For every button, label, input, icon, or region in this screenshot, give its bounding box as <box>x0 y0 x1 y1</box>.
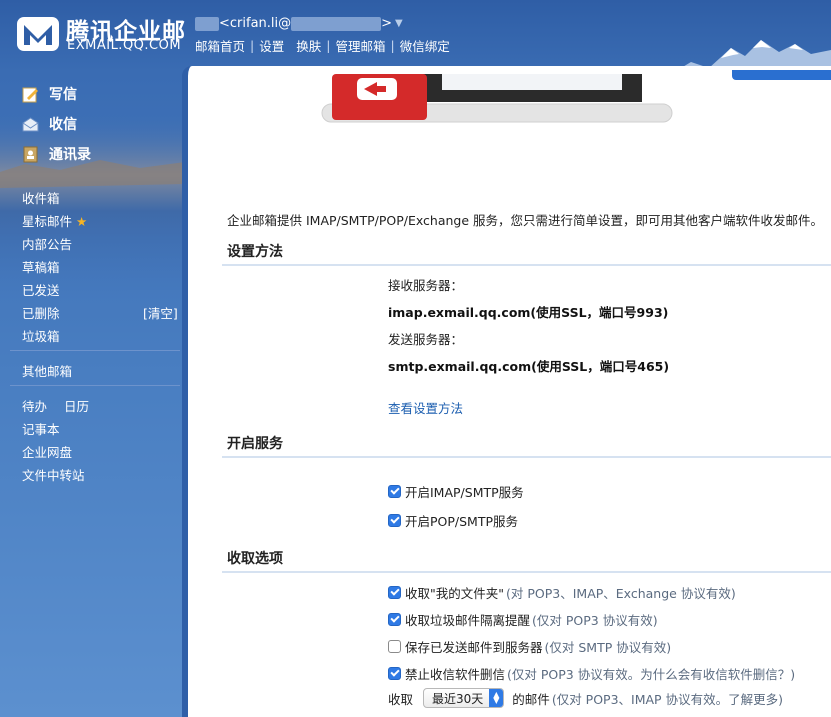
chevron-down-icon[interactable]: ▼ <box>395 18 403 29</box>
range-suffix: 的邮件 <box>512 691 550 707</box>
user-account[interactable]: <crifan.li@ > ▼ <box>195 16 403 31</box>
receive-mail-button[interactable]: 收信 <box>22 114 77 134</box>
top-right-tab <box>732 70 831 80</box>
select-arrows-icon: ▲ ▼ <box>489 689 504 707</box>
option-save-sent[interactable]: 保存已发送邮件到服务器 (仅对 SMTP 协议有效) <box>388 637 671 656</box>
send-server-label: 发送服务器： <box>388 332 464 347</box>
folder-spam[interactable]: 垃圾箱 <box>22 326 60 345</box>
recv-server-label: 接收服务器： <box>388 278 464 293</box>
range-prefix: 收取 <box>388 691 414 707</box>
folder-deleted[interactable]: 已删除 <box>22 303 60 322</box>
redacted-name <box>195 16 219 31</box>
sidebar-divider <box>10 385 180 386</box>
receive-range-row: 收取 最近30天 ▲ ▼ 的邮件 (仅对 POP3、IMAP 协议有效。了解更多) <box>388 688 783 708</box>
checkbox-unchecked[interactable] <box>388 640 401 653</box>
compose-label: 写信 <box>49 87 77 103</box>
option-label: 开启POP/SMTP服务 <box>405 514 519 529</box>
nav-separator: | <box>326 38 331 53</box>
tool-calendar[interactable]: 日历 <box>64 396 89 415</box>
checkbox-checked[interactable] <box>388 485 401 498</box>
checkbox-checked[interactable] <box>388 586 401 599</box>
exmail-logo-icon <box>17 17 59 51</box>
option-label: 禁止收信软件删信 <box>405 667 506 682</box>
checkbox-checked[interactable] <box>388 613 401 626</box>
section-divider <box>222 456 831 458</box>
option-spam-reminder[interactable]: 收取垃圾邮件隔离提醒 (仅对 POP3 协议有效) <box>388 610 658 629</box>
brand-subtitle: EXMAIL.QQ.COM <box>67 38 182 53</box>
compose-icon <box>22 87 38 102</box>
contacts-label: 通讯录 <box>49 147 91 163</box>
send-server-value: smtp.exmail.qq.com(使用SSL，端口号465) <box>388 359 670 374</box>
option-label: 收取垃圾邮件隔离提醒 <box>405 613 531 628</box>
nav-separator: | <box>390 38 395 53</box>
folder-sent[interactable]: 已发送 <box>22 280 60 299</box>
clear-deleted-link[interactable]: [清空] <box>143 303 178 322</box>
sidebar: 写信 收信 通讯录 收件箱 星标邮件 ★ 内部公告 草稿箱 已发送 已删除 [清空… <box>0 72 185 717</box>
option-note: (仅对 POP3 协议有效。为什么会有收信软件删信？) <box>507 667 796 682</box>
checkbox-checked[interactable] <box>388 667 401 680</box>
option-receive-my-folders[interactable]: 收取"我的文件夹" (对 POP3、IMAP、Exchange 协议有效) <box>388 583 736 602</box>
envelope-icon <box>22 116 39 131</box>
folder-announcements[interactable]: 内部公告 <box>22 234 72 253</box>
compose-button[interactable]: 写信 <box>22 84 77 104</box>
nav-settings[interactable]: 设置 <box>259 36 284 55</box>
contacts-book-icon <box>23 146 38 162</box>
receive-mail-label: 收信 <box>49 117 77 133</box>
nav-separator: | <box>250 38 255 53</box>
user-email-suffix: > <box>381 16 393 31</box>
section-divider <box>222 264 831 266</box>
tool-notes[interactable]: 记事本 <box>22 419 60 438</box>
range-select[interactable]: 最近30天 ▲ ▼ <box>423 688 505 708</box>
option-pop-smtp[interactable]: 开启POP/SMTP服务 <box>388 511 518 530</box>
content-panel: 企业邮箱提供 IMAP/SMTP/POP/Exchange 服务，您只需进行简单… <box>182 66 831 717</box>
recv-server-value: imap.exmail.qq.com(使用SSL，端口号993) <box>388 305 669 320</box>
option-imap-smtp[interactable]: 开启IMAP/SMTP服务 <box>388 482 524 501</box>
sidebar-divider <box>10 350 180 351</box>
range-note: (仅对 POP3、IMAP 协议有效。了解更多) <box>551 691 783 707</box>
other-mailbox[interactable]: 其他邮箱 <box>22 361 72 380</box>
option-forbid-delete[interactable]: 禁止收信软件删信 (仅对 POP3 协议有效。为什么会有收信软件删信？) <box>388 664 795 683</box>
option-note: (仅对 SMTP 协议有效) <box>544 640 672 655</box>
laptop-illustration <box>321 74 673 123</box>
contacts-button[interactable]: 通讯录 <box>22 144 91 164</box>
tool-todo[interactable]: 待办 <box>22 396 47 415</box>
range-select-value: 最近30天 <box>432 691 484 706</box>
section-divider <box>222 571 831 573</box>
star-icon: ★ <box>76 214 88 229</box>
nav-wechat[interactable]: 微信绑定 <box>400 36 450 55</box>
receive-section-title: 收取选项 <box>227 551 283 567</box>
option-note: (仅对 POP3 协议有效) <box>532 613 658 628</box>
user-email-visible: <crifan.li@ <box>219 16 292 31</box>
option-note: (对 POP3、IMAP、Exchange 协议有效) <box>506 586 736 601</box>
option-label: 收取"我的文件夹" <box>405 586 504 601</box>
option-label: 开启IMAP/SMTP服务 <box>405 485 524 500</box>
folder-inbox[interactable]: 收件箱 <box>22 188 60 207</box>
option-label: 保存已发送邮件到服务器 <box>405 640 543 655</box>
view-setup-link[interactable]: 查看设置方法 <box>388 398 463 417</box>
folder-drafts[interactable]: 草稿箱 <box>22 257 60 276</box>
folder-starred-label: 星标邮件 <box>22 214 73 229</box>
intro-text: 企业邮箱提供 IMAP/SMTP/POP/Exchange 服务，您只需进行简单… <box>227 213 824 228</box>
redacted-email <box>291 16 382 31</box>
nav-manage[interactable]: 管理邮箱 <box>335 36 385 55</box>
tool-transfer[interactable]: 文件中转站 <box>22 465 85 484</box>
tool-disk[interactable]: 企业网盘 <box>22 442 72 461</box>
folder-starred[interactable]: 星标邮件 ★ <box>22 211 87 230</box>
setup-section-title: 设置方法 <box>227 244 283 260</box>
settings-panel: 企业邮箱提供 IMAP/SMTP/POP/Exchange 服务，您只需进行简单… <box>194 70 831 717</box>
nav-skin[interactable]: 换肤 <box>296 36 321 55</box>
checkbox-checked[interactable] <box>388 514 401 527</box>
service-section-title: 开启服务 <box>227 436 283 452</box>
top-nav: 邮箱首页 | 设置 换肤 | 管理邮箱 | 微信绑定 <box>195 36 450 55</box>
nav-home[interactable]: 邮箱首页 <box>195 36 245 55</box>
